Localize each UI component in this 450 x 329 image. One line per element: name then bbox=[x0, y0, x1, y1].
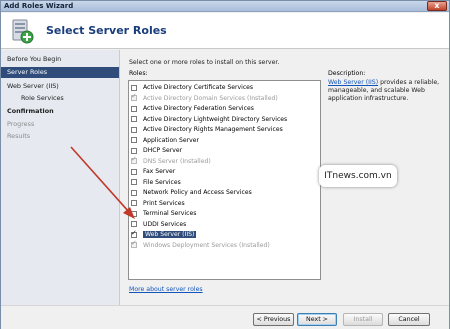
install-button: Install bbox=[343, 313, 383, 326]
role-row: Windows Deployment Services (Installed) bbox=[131, 239, 319, 250]
role-checkbox[interactable] bbox=[131, 105, 137, 112]
role-row[interactable]: Fax Server bbox=[131, 167, 319, 176]
role-checkbox bbox=[131, 92, 137, 101]
role-label: Terminal Services bbox=[143, 210, 197, 217]
role-label: DNS Server (Installed) bbox=[143, 157, 211, 165]
nav-item-confirmation[interactable]: Confirmation bbox=[1, 106, 119, 117]
role-label: Active Directory Domain Services (Instal… bbox=[143, 94, 278, 102]
nav-item-web-server[interactable]: Web Server (IIS) bbox=[1, 81, 119, 92]
role-checkbox[interactable] bbox=[131, 221, 137, 227]
next-button[interactable]: Next > bbox=[297, 313, 337, 326]
role-label: Active Directory Rights Management Servi… bbox=[143, 126, 283, 133]
role-label: Web Server (IIS) bbox=[143, 231, 197, 238]
wizard-content: Select one or more roles to install on t… bbox=[122, 50, 449, 305]
role-row[interactable]: Terminal Services bbox=[131, 209, 319, 218]
role-checkbox[interactable] bbox=[131, 168, 137, 175]
role-checkbox[interactable] bbox=[131, 147, 137, 154]
cancel-button[interactable]: Cancel bbox=[388, 313, 430, 326]
role-row[interactable]: UDDI Services bbox=[131, 220, 319, 229]
page-title: Select Server Roles bbox=[46, 24, 167, 37]
close-button[interactable]: x bbox=[427, 1, 447, 11]
role-row[interactable]: Active Directory Federation Services bbox=[131, 104, 319, 113]
title-bar[interactable]: Add Roles Wizard x bbox=[1, 1, 449, 12]
role-label: Fax Server bbox=[143, 168, 176, 175]
role-row[interactable]: Active Directory Certificate Services bbox=[131, 83, 319, 92]
server-roles-icon bbox=[12, 19, 34, 44]
role-row[interactable]: Active Directory Rights Management Servi… bbox=[131, 125, 319, 134]
watermark-badge: ITnews.com.vn bbox=[319, 165, 397, 187]
description-label: Description: bbox=[328, 70, 366, 77]
role-label: Windows Deployment Services (Installed) bbox=[143, 241, 270, 249]
nav-item-before-you-begin[interactable]: Before You Begin bbox=[1, 54, 119, 65]
role-label: Active Directory Certificate Services bbox=[143, 84, 254, 91]
wizard-footer: < Previous Next > Install Cancel bbox=[1, 305, 449, 329]
role-label: Print Services bbox=[143, 199, 185, 207]
role-row[interactable]: Active Directory Lightweight Directory S… bbox=[131, 115, 319, 124]
nav-item-results: Results bbox=[7, 132, 31, 140]
more-about-roles-link[interactable]: More about server roles bbox=[129, 286, 203, 293]
role-label: File Services bbox=[143, 178, 181, 186]
role-checkbox[interactable] bbox=[131, 210, 137, 217]
role-label: Active Directory Federation Services bbox=[143, 105, 254, 112]
role-checkbox bbox=[131, 239, 137, 248]
previous-button[interactable]: < Previous bbox=[253, 313, 294, 326]
role-checkbox bbox=[131, 155, 137, 164]
role-checkbox[interactable] bbox=[131, 189, 137, 196]
role-row: DNS Server (Installed) bbox=[131, 155, 319, 166]
role-label: UDDI Services bbox=[143, 220, 187, 228]
role-row: Active Directory Domain Services (Instal… bbox=[131, 92, 319, 103]
nav-item-server-roles[interactable]: Server Roles bbox=[1, 67, 119, 78]
role-checkbox[interactable] bbox=[131, 229, 137, 238]
wizard-nav: Before You Begin Server Roles Web Server… bbox=[1, 50, 120, 305]
role-checkbox[interactable] bbox=[131, 116, 137, 122]
role-label: DHCP Server bbox=[143, 147, 183, 154]
nav-item-progress: Progress bbox=[7, 120, 35, 128]
role-row[interactable]: Web Server (IIS) bbox=[131, 229, 319, 239]
role-checkbox[interactable] bbox=[131, 84, 137, 91]
roles-label: Roles: bbox=[129, 70, 148, 77]
role-label: Network Policy and Access Services bbox=[143, 189, 252, 196]
role-row[interactable]: Application Server bbox=[131, 136, 319, 145]
instruction-text: Select one or more roles to install on t… bbox=[129, 59, 280, 66]
description-text: Web Server (IIS) provides a reliable, ma… bbox=[328, 79, 446, 103]
role-checkbox[interactable] bbox=[131, 126, 137, 133]
wizard-header: Select Server Roles bbox=[1, 13, 449, 49]
window-title: Add Roles Wizard bbox=[4, 2, 74, 10]
role-checkbox[interactable] bbox=[131, 200, 137, 206]
description-link[interactable]: Web Server (IIS) bbox=[328, 79, 378, 86]
role-row[interactable]: File Services bbox=[131, 178, 319, 187]
role-row[interactable]: DHCP Server bbox=[131, 146, 319, 155]
role-checkbox[interactable] bbox=[131, 137, 137, 143]
role-checkbox[interactable] bbox=[131, 179, 137, 185]
nav-item-role-services[interactable]: Role Services bbox=[1, 93, 119, 104]
role-label: Active Directory Lightweight Directory S… bbox=[143, 115, 288, 123]
role-label: Application Server bbox=[143, 136, 199, 144]
role-row[interactable]: Print Services bbox=[131, 199, 319, 208]
role-row[interactable]: Network Policy and Access Services bbox=[131, 188, 319, 197]
roles-listbox[interactable]: Active Directory Certificate Services Act… bbox=[128, 80, 321, 280]
wizard-window: Add Roles Wizard x Select Server Roles B… bbox=[0, 0, 450, 329]
